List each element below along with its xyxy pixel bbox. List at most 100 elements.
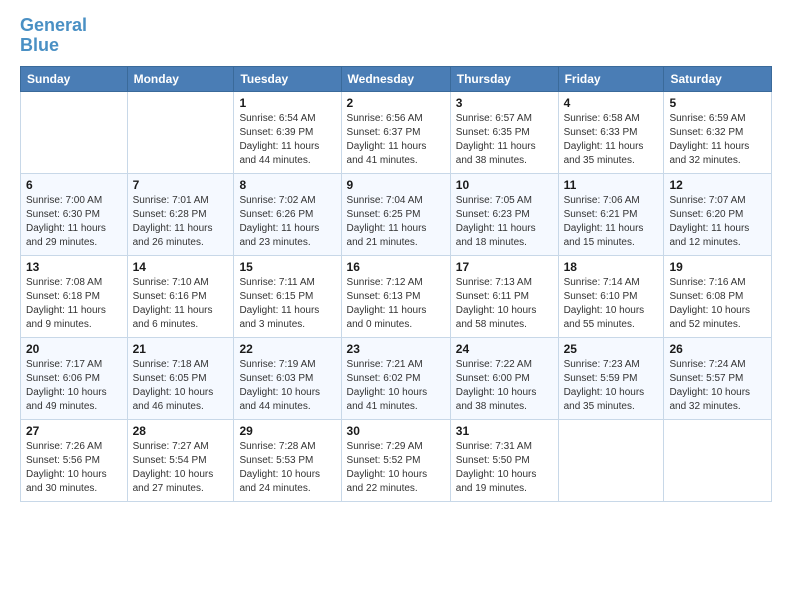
calendar-cell: 17Sunrise: 7:13 AM Sunset: 6:11 PM Dayli… bbox=[450, 255, 558, 337]
day-number: 31 bbox=[456, 424, 553, 438]
calendar-cell: 12Sunrise: 7:07 AM Sunset: 6:20 PM Dayli… bbox=[664, 173, 772, 255]
day-info: Sunrise: 7:13 AM Sunset: 6:11 PM Dayligh… bbox=[456, 276, 553, 332]
day-info: Sunrise: 7:18 AM Sunset: 6:05 PM Dayligh… bbox=[133, 358, 229, 414]
day-number: 5 bbox=[669, 96, 766, 110]
calendar-cell: 15 Sunrise: 7:11 AM Sunset: 6:15 PM Dayli… bbox=[234, 255, 341, 337]
calendar-col-header: Sunday bbox=[21, 66, 128, 91]
day-info: Sunrise: 7:01 AM Sunset: 6:28 PM Dayligh… bbox=[133, 194, 229, 250]
day-number: 9 bbox=[347, 178, 445, 192]
day-info: Sunrise: 7:14 AM Sunset: 6:10 PM Dayligh… bbox=[564, 276, 659, 332]
calendar-cell: 25 Sunrise: 7:23 AM Sunset: 5:59 PM Dayli… bbox=[558, 337, 664, 419]
calendar-cell: 6 Sunrise: 7:00 AM Sunset: 6:30 PM Daylig… bbox=[21, 173, 128, 255]
day-info: Sunrise: 6:56 AM Sunset: 6:37 PM Dayligh… bbox=[347, 112, 445, 168]
calendar-cell: 10 Sunrise: 7:05 AM Sunset: 6:23 PM Dayli… bbox=[450, 173, 558, 255]
calendar-col-header: Thursday bbox=[450, 66, 558, 91]
day-number: 29 bbox=[239, 424, 335, 438]
calendar-cell bbox=[558, 419, 664, 501]
day-info: Sunrise: 6:58 AM Sunset: 6:33 PM Dayligh… bbox=[564, 112, 659, 168]
day-info: Sunrise: 6:57 AM Sunset: 6:35 PM Dayligh… bbox=[456, 112, 553, 168]
day-info: Sunrise: 7:28 AM Sunset: 5:53 PM Dayligh… bbox=[239, 440, 335, 496]
calendar-cell: 4Sunrise: 6:58 AM Sunset: 6:33 PM Daylig… bbox=[558, 91, 664, 173]
calendar-cell: 21 Sunrise: 7:18 AM Sunset: 6:05 PM Dayli… bbox=[127, 337, 234, 419]
calendar-cell: 29 Sunrise: 7:28 AM Sunset: 5:53 PM Dayli… bbox=[234, 419, 341, 501]
calendar-cell: 13 Sunrise: 7:08 AM Sunset: 6:18 PM Dayli… bbox=[21, 255, 128, 337]
day-info: Sunrise: 7:27 AM Sunset: 5:54 PM Dayligh… bbox=[133, 440, 229, 496]
day-info: Sunrise: 7:10 AM Sunset: 6:16 PM Dayligh… bbox=[133, 276, 229, 332]
day-number: 25 bbox=[564, 342, 659, 356]
calendar-cell: 2 Sunrise: 6:56 AM Sunset: 6:37 PM Daylig… bbox=[341, 91, 450, 173]
day-number: 13 bbox=[26, 260, 122, 274]
day-number: 1 bbox=[239, 96, 335, 110]
calendar-col-header: Wednesday bbox=[341, 66, 450, 91]
day-info: Sunrise: 7:26 AM Sunset: 5:56 PM Dayligh… bbox=[26, 440, 122, 496]
calendar-cell: 26 Sunrise: 7:24 AM Sunset: 5:57 PM Dayli… bbox=[664, 337, 772, 419]
day-number: 27 bbox=[26, 424, 122, 438]
calendar-cell bbox=[664, 419, 772, 501]
day-number: 12 bbox=[669, 178, 766, 192]
calendar-cell: 20Sunrise: 7:17 AM Sunset: 6:06 PM Dayli… bbox=[21, 337, 128, 419]
day-number: 26 bbox=[669, 342, 766, 356]
day-info: Sunrise: 7:16 AM Sunset: 6:08 PM Dayligh… bbox=[669, 276, 766, 332]
day-number: 11 bbox=[564, 178, 659, 192]
calendar-cell: 7 Sunrise: 7:01 AM Sunset: 6:28 PM Daylig… bbox=[127, 173, 234, 255]
day-number: 3 bbox=[456, 96, 553, 110]
calendar-cell: 23 Sunrise: 7:21 AM Sunset: 6:02 PM Dayli… bbox=[341, 337, 450, 419]
day-number: 10 bbox=[456, 178, 553, 192]
logo-text: GeneralBlue bbox=[20, 16, 87, 56]
calendar-cell: 22Sunrise: 7:19 AM Sunset: 6:03 PM Dayli… bbox=[234, 337, 341, 419]
day-info: Sunrise: 7:23 AM Sunset: 5:59 PM Dayligh… bbox=[564, 358, 659, 414]
day-info: Sunrise: 6:54 AM Sunset: 6:39 PM Dayligh… bbox=[239, 112, 335, 168]
calendar-cell: 28 Sunrise: 7:27 AM Sunset: 5:54 PM Dayli… bbox=[127, 419, 234, 501]
calendar-cell: 8 Sunrise: 7:02 AM Sunset: 6:26 PM Daylig… bbox=[234, 173, 341, 255]
day-info: Sunrise: 7:00 AM Sunset: 6:30 PM Dayligh… bbox=[26, 194, 122, 250]
day-number: 7 bbox=[133, 178, 229, 192]
day-info: Sunrise: 7:11 AM Sunset: 6:15 PM Dayligh… bbox=[239, 276, 335, 332]
day-info: Sunrise: 7:04 AM Sunset: 6:25 PM Dayligh… bbox=[347, 194, 445, 250]
day-info: Sunrise: 7:05 AM Sunset: 6:23 PM Dayligh… bbox=[456, 194, 553, 250]
calendar-cell: 27 Sunrise: 7:26 AM Sunset: 5:56 PM Dayli… bbox=[21, 419, 128, 501]
calendar-col-header: Friday bbox=[558, 66, 664, 91]
calendar-cell: 1 Sunrise: 6:54 AM Sunset: 6:39 PM Daylig… bbox=[234, 91, 341, 173]
calendar-col-header: Saturday bbox=[664, 66, 772, 91]
calendar-cell: 30 Sunrise: 7:29 AM Sunset: 5:52 PM Dayli… bbox=[341, 419, 450, 501]
day-number: 19 bbox=[669, 260, 766, 274]
calendar-week-row: 1 Sunrise: 6:54 AM Sunset: 6:39 PM Daylig… bbox=[21, 91, 772, 173]
day-number: 30 bbox=[347, 424, 445, 438]
day-info: Sunrise: 7:06 AM Sunset: 6:21 PM Dayligh… bbox=[564, 194, 659, 250]
day-number: 6 bbox=[26, 178, 122, 192]
day-number: 2 bbox=[347, 96, 445, 110]
calendar-cell: 5Sunrise: 6:59 AM Sunset: 6:32 PM Daylig… bbox=[664, 91, 772, 173]
calendar-cell: 14 Sunrise: 7:10 AM Sunset: 6:16 PM Dayli… bbox=[127, 255, 234, 337]
day-info: Sunrise: 7:31 AM Sunset: 5:50 PM Dayligh… bbox=[456, 440, 553, 496]
logo: General Blue GeneralBlue bbox=[20, 16, 87, 56]
day-number: 14 bbox=[133, 260, 229, 274]
day-number: 23 bbox=[347, 342, 445, 356]
day-info: Sunrise: 7:08 AM Sunset: 6:18 PM Dayligh… bbox=[26, 276, 122, 332]
calendar-cell: 11 Sunrise: 7:06 AM Sunset: 6:21 PM Dayli… bbox=[558, 173, 664, 255]
calendar-col-header: Monday bbox=[127, 66, 234, 91]
calendar-header-row: SundayMondayTuesdayWednesdayThursdayFrid… bbox=[21, 66, 772, 91]
calendar-week-row: 6 Sunrise: 7:00 AM Sunset: 6:30 PM Daylig… bbox=[21, 173, 772, 255]
calendar-week-row: 13 Sunrise: 7:08 AM Sunset: 6:18 PM Dayli… bbox=[21, 255, 772, 337]
calendar-cell: 18Sunrise: 7:14 AM Sunset: 6:10 PM Dayli… bbox=[558, 255, 664, 337]
day-info: Sunrise: 7:02 AM Sunset: 6:26 PM Dayligh… bbox=[239, 194, 335, 250]
calendar-cell: 24Sunrise: 7:22 AM Sunset: 6:00 PM Dayli… bbox=[450, 337, 558, 419]
day-info: Sunrise: 7:24 AM Sunset: 5:57 PM Dayligh… bbox=[669, 358, 766, 414]
calendar-cell: 19 Sunrise: 7:16 AM Sunset: 6:08 PM Dayli… bbox=[664, 255, 772, 337]
calendar-cell bbox=[127, 91, 234, 173]
calendar-week-row: 20Sunrise: 7:17 AM Sunset: 6:06 PM Dayli… bbox=[21, 337, 772, 419]
day-number: 20 bbox=[26, 342, 122, 356]
calendar-cell: 3 Sunrise: 6:57 AM Sunset: 6:35 PM Daylig… bbox=[450, 91, 558, 173]
day-number: 24 bbox=[456, 342, 553, 356]
calendar-cell: 16Sunrise: 7:12 AM Sunset: 6:13 PM Dayli… bbox=[341, 255, 450, 337]
calendar-table: SundayMondayTuesdayWednesdayThursdayFrid… bbox=[20, 66, 772, 502]
day-info: Sunrise: 7:21 AM Sunset: 6:02 PM Dayligh… bbox=[347, 358, 445, 414]
day-number: 21 bbox=[133, 342, 229, 356]
day-info: Sunrise: 7:19 AM Sunset: 6:03 PM Dayligh… bbox=[239, 358, 335, 414]
day-info: Sunrise: 7:29 AM Sunset: 5:52 PM Dayligh… bbox=[347, 440, 445, 496]
day-number: 28 bbox=[133, 424, 229, 438]
page: General Blue GeneralBlue SundayMondayTue… bbox=[0, 0, 792, 512]
day-number: 15 bbox=[239, 260, 335, 274]
calendar-cell bbox=[21, 91, 128, 173]
day-number: 8 bbox=[239, 178, 335, 192]
